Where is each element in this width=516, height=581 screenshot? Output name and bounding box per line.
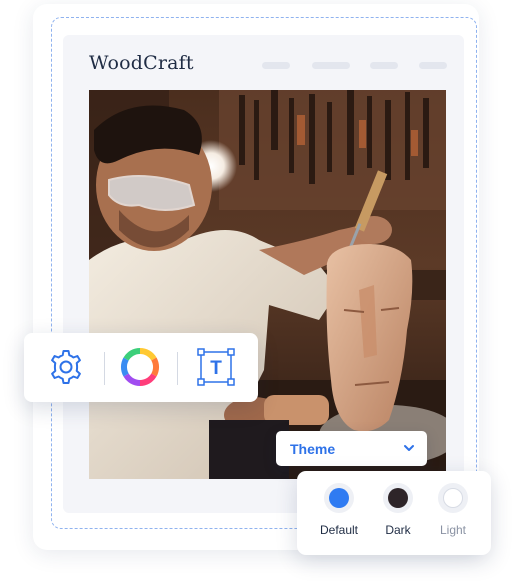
theme-option-label: Default	[319, 523, 359, 537]
swatch-dot-default	[329, 488, 349, 508]
theme-dropdown-label: Theme	[290, 440, 336, 457]
nav-placeholder-4	[419, 62, 447, 69]
nav-placeholder-1	[262, 62, 290, 69]
swatch-dot-dark	[388, 488, 408, 508]
theme-option-light[interactable]: Light	[423, 483, 483, 537]
theme-options-panel: Default Dark Light	[297, 471, 491, 555]
canvas: WoodCraft T Theme Default Dark Light	[0, 0, 516, 581]
settings-button[interactable]	[44, 345, 88, 389]
text-tool-glyph: T	[210, 358, 222, 379]
theme-option-label: Light	[439, 523, 467, 537]
gear-icon	[51, 350, 81, 384]
theme-option-label: Dark	[385, 523, 411, 537]
text-box-icon: T	[197, 348, 235, 386]
nav-placeholder-3	[370, 62, 398, 69]
text-tool-button[interactable]: T	[194, 345, 238, 389]
woodcarver-photo	[89, 90, 446, 479]
theme-option-dark[interactable]: Dark	[368, 483, 428, 537]
chevron-down-icon	[404, 445, 414, 451]
toolbar-divider	[104, 352, 105, 385]
color-wheel-icon	[120, 347, 160, 387]
swatch-ring	[324, 483, 354, 513]
swatch-ring	[438, 483, 468, 513]
toolbar-divider	[177, 352, 178, 385]
hero-image	[89, 90, 446, 479]
color-button[interactable]	[118, 345, 162, 389]
nav-placeholder-2	[312, 62, 350, 69]
swatch-dot-light	[443, 488, 463, 508]
brand-logo-text[interactable]: WoodCraft	[89, 52, 194, 74]
theme-option-default[interactable]: Default	[309, 483, 369, 537]
editor-toolbar: T	[24, 333, 258, 402]
theme-dropdown[interactable]: Theme	[276, 431, 427, 466]
swatch-ring	[383, 483, 413, 513]
